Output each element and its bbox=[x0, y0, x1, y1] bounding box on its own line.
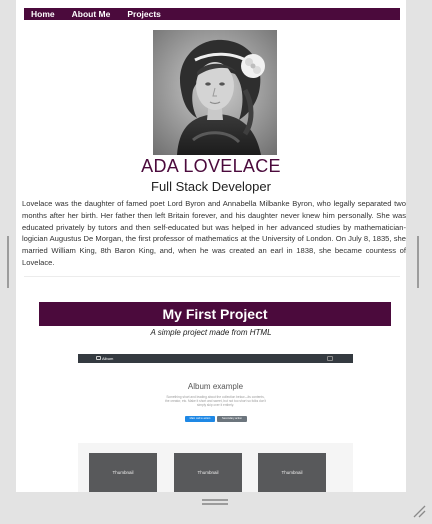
preview-card: Thumbnail bbox=[89, 453, 157, 492]
preview-brand: Album bbox=[102, 356, 114, 361]
left-resize-grip-icon[interactable] bbox=[7, 236, 13, 288]
bottom-resize-grip-icon[interactable] bbox=[202, 499, 228, 505]
project-subtitle: A simple project made from HTML bbox=[150, 328, 272, 337]
responsive-preview-frame: Home About Me Projects ADA LOVELACE Full… bbox=[0, 0, 432, 524]
right-resize-grip-icon[interactable] bbox=[417, 236, 423, 288]
preview-card: Thumbnail bbox=[174, 453, 242, 492]
nav-link-about-me[interactable]: About Me bbox=[72, 8, 111, 20]
top-navbar: Home About Me Projects bbox=[24, 8, 400, 20]
preview-lead: Something short and leading about the co… bbox=[165, 395, 266, 408]
profile-role: Full Stack Developer bbox=[151, 179, 271, 194]
project-preview-image[interactable]: Album Album example Something short and … bbox=[78, 354, 353, 492]
preview-card: Thumbnail bbox=[258, 453, 326, 492]
profile-bio: Lovelace was the daughter of famed poet … bbox=[22, 199, 406, 267]
preview-navbar: Album bbox=[78, 354, 353, 363]
portrait-image bbox=[153, 30, 277, 155]
camera-icon bbox=[96, 356, 101, 360]
profile-name: ADA LOVELACE bbox=[141, 156, 281, 176]
left-frame-edge bbox=[0, 0, 16, 492]
preview-secondary-button: Secondary action bbox=[217, 416, 247, 422]
menu-icon bbox=[327, 356, 333, 361]
page-viewport: Home About Me Projects ADA LOVELACE Full… bbox=[16, 0, 406, 492]
preview-heading: Album example bbox=[187, 382, 244, 391]
nav-link-projects[interactable]: Projects bbox=[127, 8, 161, 20]
project-title: My First Project bbox=[39, 302, 391, 326]
section-divider bbox=[24, 276, 400, 277]
right-frame-edge bbox=[406, 0, 432, 492]
bottom-frame-edge bbox=[0, 492, 432, 524]
resize-corner-icon[interactable] bbox=[412, 504, 426, 518]
preview-primary-button: Main call to action bbox=[185, 416, 215, 422]
nav-link-home[interactable]: Home bbox=[31, 8, 55, 20]
